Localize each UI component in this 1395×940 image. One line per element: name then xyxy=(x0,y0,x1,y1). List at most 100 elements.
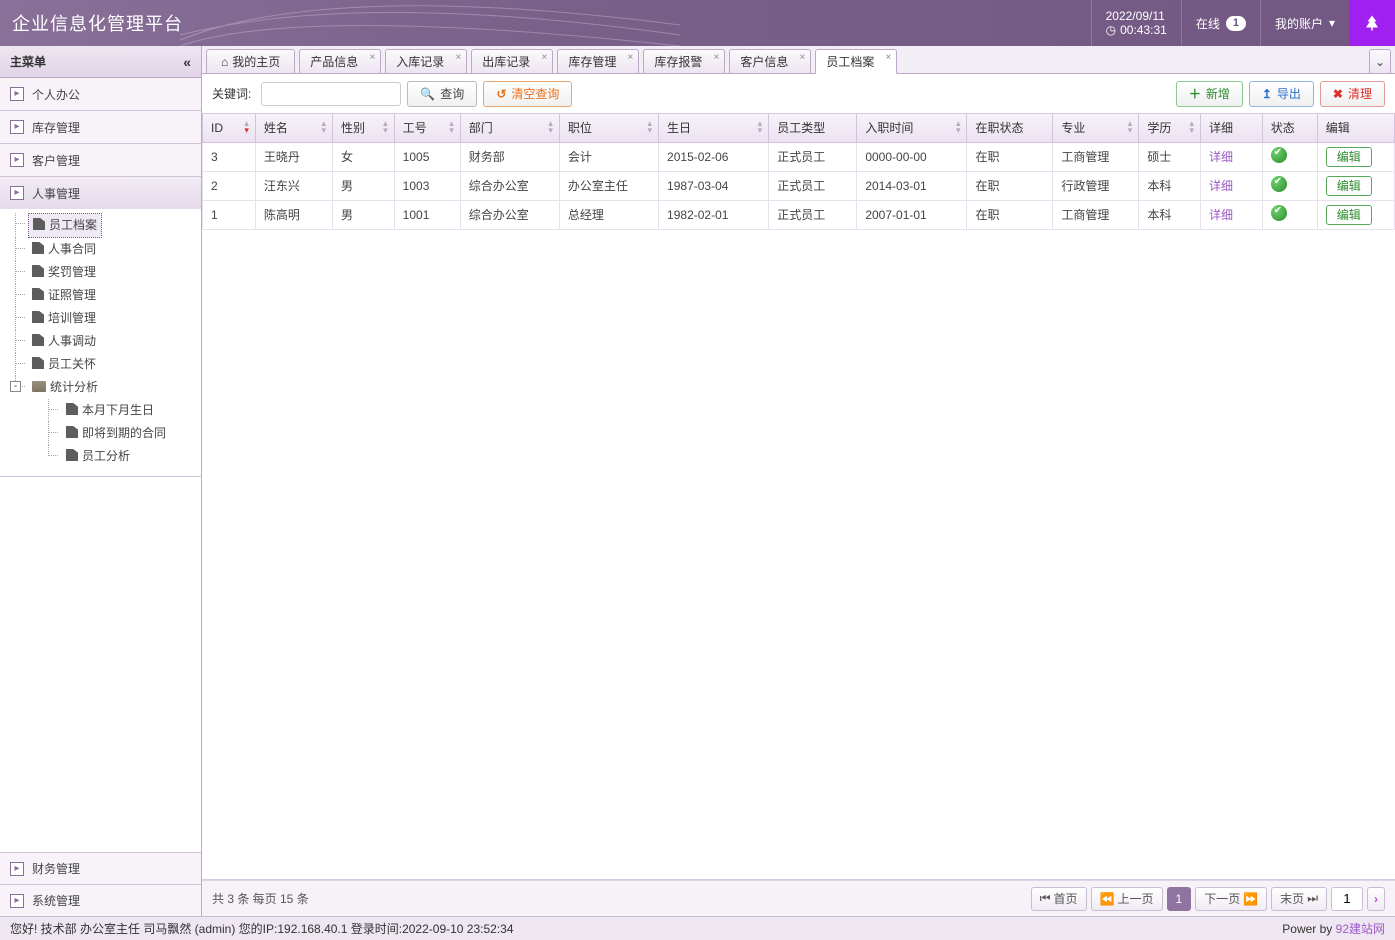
tree-item-transfer[interactable]: 人事调动 xyxy=(28,330,100,353)
sort-icon: ▴▾ xyxy=(648,120,653,134)
pager-info: 共 3 条 每页 15 条 xyxy=(212,890,309,907)
tab-label: 我的主页 xyxy=(232,53,280,70)
cell-no: 1005 xyxy=(394,142,460,171)
add-button[interactable]: ＋新增 xyxy=(1176,81,1243,107)
tab-label: 出库记录 xyxy=(482,53,530,70)
header-tree-button[interactable] xyxy=(1349,0,1395,46)
close-icon[interactable]: × xyxy=(455,52,461,63)
sort-icon: ▴▾ xyxy=(1189,120,1194,134)
col-no[interactable]: 工号▴▾ xyxy=(394,114,460,142)
clear-button[interactable]: ✖清理 xyxy=(1320,81,1385,107)
pager-goto-button[interactable]: › xyxy=(1367,887,1385,911)
cell-gender: 男 xyxy=(332,171,394,200)
detail-link[interactable]: 详细 xyxy=(1209,179,1233,193)
tree-item-employee-analysis[interactable]: 员工分析 xyxy=(62,445,134,468)
tree-item-stats[interactable]: 统计分析 xyxy=(28,376,102,399)
edit-button[interactable]: 编辑 xyxy=(1326,147,1372,167)
sidebar-section-system[interactable]: ▸系统管理 xyxy=(0,884,201,916)
tree-item-license[interactable]: 证照管理 xyxy=(28,284,100,307)
detail-link[interactable]: 详细 xyxy=(1209,150,1233,164)
tab-stock-alert[interactable]: 库存报警× xyxy=(643,49,725,73)
undo-icon: ↺ xyxy=(496,87,506,101)
tree-item-employee-file[interactable]: 员工档案 xyxy=(28,213,102,238)
tree-item-reward-punish[interactable]: 奖罚管理 xyxy=(28,261,100,284)
clear-search-button[interactable]: ↺清空查询 xyxy=(483,81,572,107)
cell-detail: 详细 xyxy=(1201,200,1263,229)
close-icon[interactable]: × xyxy=(800,52,806,63)
tree-item-expiring-contract[interactable]: 即将到期的合同 xyxy=(62,422,170,445)
pager-prev[interactable]: ⏪上一页 xyxy=(1091,887,1163,911)
status-ok-icon[interactable] xyxy=(1271,176,1287,192)
col-dept[interactable]: 部门▴▾ xyxy=(460,114,559,142)
file-icon xyxy=(32,265,44,277)
sidebar-section-customer[interactable]: ▸客户管理 xyxy=(0,144,201,176)
plus-icon: ＋ xyxy=(1189,85,1201,102)
tree-item-care[interactable]: 员工关怀 xyxy=(28,353,100,376)
col-edu[interactable]: 学历▴▾ xyxy=(1139,114,1201,142)
detail-link[interactable]: 详细 xyxy=(1209,208,1233,222)
header-decoration xyxy=(180,0,680,46)
sidebar-section-finance[interactable]: ▸财务管理 xyxy=(0,852,201,884)
header-account[interactable]: 我的账户 ▾ xyxy=(1260,0,1349,46)
status-ok-icon[interactable] xyxy=(1271,205,1287,221)
col-type[interactable]: 员工类型 xyxy=(769,114,857,142)
header-online[interactable]: 在线 1 xyxy=(1181,0,1260,46)
cell-major: 工商管理 xyxy=(1053,200,1139,229)
pager-page-1[interactable]: 1 xyxy=(1167,887,1192,911)
cell-hire: 2007-01-01 xyxy=(857,200,967,229)
close-icon[interactable]: × xyxy=(714,52,720,63)
sidebar-section-hr[interactable]: ▸人事管理 xyxy=(0,177,201,209)
edit-button[interactable]: 编辑 xyxy=(1326,205,1372,225)
tab-home[interactable]: ⌂我的主页 xyxy=(206,49,295,73)
search-button[interactable]: 🔍查询 xyxy=(407,81,477,107)
footer: 您好! 技术部 办公室主任 司马飘然 (admin) 您的IP:192.168.… xyxy=(0,916,1395,940)
pager-first[interactable]: ⏮首页 xyxy=(1031,887,1087,911)
status-ok-icon[interactable] xyxy=(1271,147,1287,163)
tab-stock[interactable]: 库存管理× xyxy=(557,49,639,73)
cell-type: 正式员工 xyxy=(769,171,857,200)
tree-item-hr-contract[interactable]: 人事合同 xyxy=(28,238,100,261)
cell-edit: 编辑 xyxy=(1317,171,1394,200)
file-icon xyxy=(32,357,44,369)
col-birth[interactable]: 生日▴▾ xyxy=(659,114,769,142)
col-hire[interactable]: 入职时间▴▾ xyxy=(857,114,967,142)
account-label: 我的账户 xyxy=(1275,15,1323,32)
pager-last[interactable]: 末页⏭ xyxy=(1271,887,1327,911)
tree-folder-toggle[interactable]: - xyxy=(10,381,21,392)
close-icon[interactable]: × xyxy=(369,52,375,63)
cell-type: 正式员工 xyxy=(769,142,857,171)
tree-item-training[interactable]: 培训管理 xyxy=(28,307,100,330)
close-icon[interactable]: × xyxy=(886,52,892,63)
pager-next[interactable]: 下一页⏩ xyxy=(1195,887,1267,911)
tab-customer[interactable]: 客户信息× xyxy=(729,49,811,73)
tab-inbound[interactable]: 入库记录× xyxy=(385,49,467,73)
sidebar-section-inventory[interactable]: ▸库存管理 xyxy=(0,111,201,143)
tab-employee-file[interactable]: 员工档案× xyxy=(815,49,897,74)
edit-button[interactable]: 编辑 xyxy=(1326,176,1372,196)
col-pos[interactable]: 职位▴▾ xyxy=(559,114,658,142)
col-gender[interactable]: 性别▴▾ xyxy=(332,114,394,142)
chevron-down-icon: ▾ xyxy=(1329,16,1335,30)
tree-item-birthday[interactable]: 本月下月生日 xyxy=(62,399,158,422)
col-name[interactable]: 姓名▴▾ xyxy=(255,114,332,142)
sort-icon: ▴▾ xyxy=(956,120,961,134)
sidebar-collapse-icon[interactable]: « xyxy=(183,54,191,70)
pager-goto-input[interactable] xyxy=(1331,887,1363,911)
close-icon[interactable]: × xyxy=(627,52,633,63)
col-major[interactable]: 专业▴▾ xyxy=(1053,114,1139,142)
close-icon[interactable]: × xyxy=(541,52,547,63)
col-onjob[interactable]: 在职状态 xyxy=(967,114,1053,142)
keyword-input[interactable] xyxy=(261,82,401,106)
cell-type: 正式员工 xyxy=(769,200,857,229)
col-status: 状态 xyxy=(1262,114,1317,142)
export-button[interactable]: ↥导出 xyxy=(1249,81,1314,107)
col-id[interactable]: ID▴▾ xyxy=(203,114,256,142)
header-time: 00:43:31 xyxy=(1120,23,1167,37)
tab-product[interactable]: 产品信息× xyxy=(299,49,381,73)
footer-link[interactable]: 92建站网 xyxy=(1336,922,1385,936)
caret-right-icon: ▸ xyxy=(10,153,24,167)
sidebar-section-personal[interactable]: ▸个人办公 xyxy=(0,78,201,110)
tab-outbound[interactable]: 出库记录 × xyxy=(471,49,553,73)
table-row: 1陈高明男1001综合办公室总经理1982-02-01正式员工2007-01-0… xyxy=(203,200,1395,229)
tabs-overflow-button[interactable]: ⌄ xyxy=(1369,49,1391,73)
